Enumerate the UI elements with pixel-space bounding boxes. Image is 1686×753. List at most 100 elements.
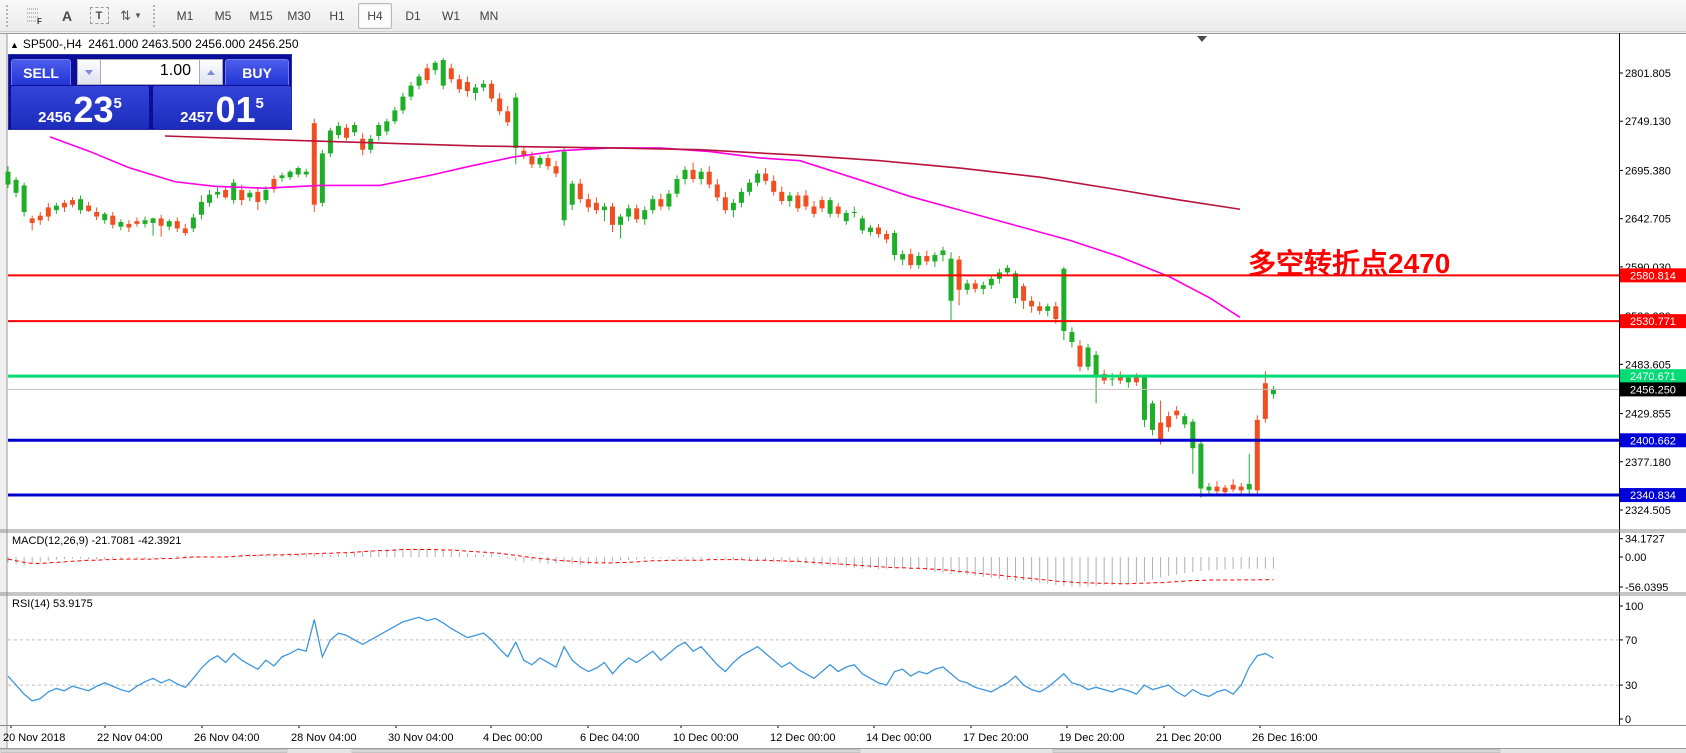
candle-body	[126, 224, 131, 228]
timeframe-h4-button[interactable]: H4	[358, 3, 392, 29]
candle-body	[715, 185, 720, 198]
time-tick-label: 12 Dec 00:00	[770, 732, 835, 744]
price-badge-label: 2580.814	[1630, 270, 1676, 282]
volume-input[interactable]: 1.00	[101, 59, 199, 85]
sell-price-box[interactable]: 2456 23 5	[11, 86, 149, 129]
timeframe-mn-button[interactable]: MN	[472, 3, 506, 29]
candle-body	[30, 218, 35, 223]
ohlc-values: 2461.000 2463.500 2456.000 2456.250	[88, 37, 298, 51]
candle-body	[658, 199, 663, 206]
time-tick-label: 4 Dec 00:00	[483, 732, 542, 744]
candle-body	[1206, 487, 1211, 491]
toolbar-grip-handle[interactable]	[6, 5, 13, 27]
candle-body	[812, 206, 817, 213]
candle-body	[707, 172, 712, 185]
time-tick-label: 10 Dec 00:00	[673, 732, 738, 744]
annotation-text[interactable]: 多空转折点2470	[1248, 247, 1450, 279]
candle-body	[352, 125, 357, 132]
time-tick-label: 26 Dec 16:00	[1252, 732, 1317, 744]
candle-body	[409, 86, 414, 97]
candle-body	[167, 221, 172, 226]
rsi-tick-label: 100	[1625, 601, 1643, 613]
macd-name: MACD(12,26,9)	[12, 535, 88, 547]
candle-body	[932, 255, 937, 261]
chart-canvas[interactable]: 多空转折点24702801.8052749.1302695.3802642.70…	[0, 33, 1686, 753]
candle-body	[666, 194, 671, 207]
candle-body	[1223, 488, 1228, 493]
arrows-objects-icon[interactable]: ⇅▼	[117, 3, 145, 29]
candle-body	[1005, 268, 1010, 273]
candle-body	[634, 208, 639, 219]
candle-body	[1037, 306, 1042, 311]
buy-price-big: 01	[215, 93, 255, 126]
candle-body	[586, 199, 591, 207]
candle-body	[449, 68, 454, 79]
timeframe-h1-button[interactable]: H1	[320, 3, 354, 29]
volume-decrease-button[interactable]	[77, 59, 101, 85]
sell-button[interactable]: SELL	[11, 59, 71, 85]
candle-body	[940, 250, 945, 255]
candle-body	[1190, 422, 1195, 449]
price-badge-label: 2400.662	[1630, 435, 1676, 447]
svg-text:F: F	[37, 17, 42, 25]
candle-body	[691, 170, 696, 179]
candle-body	[110, 216, 115, 225]
candle-body	[143, 220, 148, 224]
candle-body	[38, 216, 43, 221]
trade-controls-row: SELL 1.00 BUY	[9, 57, 291, 86]
candle-body	[674, 179, 679, 194]
candle-body	[562, 152, 567, 221]
volume-increase-button[interactable]	[199, 59, 223, 85]
timeframe-d1-button[interactable]: D1	[396, 3, 430, 29]
macd-tick-label: -56.0395	[1625, 582, 1668, 594]
time-tick-label: 28 Nov 04:00	[291, 732, 356, 744]
buy-price-box[interactable]: 2457 01 5	[153, 86, 291, 129]
candle-body	[513, 98, 518, 148]
candle-body	[723, 197, 728, 210]
candle-body	[1126, 378, 1131, 383]
timeframe-m1-button[interactable]: M1	[168, 3, 202, 29]
grid-f-icon-glyph: F	[26, 7, 44, 25]
candle-body	[312, 123, 317, 204]
rsi-value: 53.9175	[53, 598, 93, 610]
candle-body	[70, 200, 75, 205]
price-badge-label: 2470.671	[1630, 371, 1676, 383]
rsi-tick-label: 30	[1625, 680, 1637, 692]
toolbar-grip-handle-2[interactable]	[153, 5, 160, 27]
toolbar: F A T ⇅▼ M1 M5 M15 M30 H1 H4 D1 W1 MN	[0, 0, 1686, 32]
candle-body	[731, 203, 736, 210]
candle-body	[368, 139, 373, 150]
candle-body	[602, 206, 607, 210]
timeframe-m30-button[interactable]: M30	[282, 3, 316, 29]
rsi-tick-label: 0	[1625, 714, 1631, 726]
text-label-icon[interactable]: A	[53, 3, 81, 29]
candle-body	[62, 203, 67, 208]
candle-body	[1174, 411, 1179, 416]
text-box-icon[interactable]: T	[85, 3, 113, 29]
buy-button[interactable]: BUY	[225, 59, 289, 85]
collapse-triangle-icon[interactable]: ▲	[10, 40, 19, 50]
candle-body	[570, 184, 575, 205]
timeframe-m15-button[interactable]: M15	[244, 3, 278, 29]
candle-body	[417, 76, 422, 85]
timeframe-w1-button[interactable]: W1	[434, 3, 468, 29]
candle-body	[231, 183, 236, 200]
candle-body	[965, 283, 970, 289]
candle-body	[360, 139, 365, 150]
time-tick-label: 30 Nov 04:00	[388, 732, 453, 744]
rsi-label: RSI(14) 53.9175	[12, 598, 93, 610]
candle-body	[159, 218, 164, 225]
grid-f-icon[interactable]: F	[21, 3, 49, 29]
price-tick-label: 2695.380	[1625, 165, 1671, 177]
candle-body	[828, 200, 833, 214]
timeframe-m5-button[interactable]: M5	[206, 3, 240, 29]
candle-body	[102, 214, 107, 220]
macd-values: -21.7081 -42.3921	[91, 535, 181, 547]
candle-body	[610, 206, 615, 224]
candle-body	[239, 190, 244, 200]
candle-body	[537, 158, 542, 164]
price-badge-label: 2340.834	[1630, 490, 1676, 502]
candle-body	[852, 212, 857, 213]
candle-body	[618, 217, 623, 225]
candle-body	[288, 172, 293, 177]
